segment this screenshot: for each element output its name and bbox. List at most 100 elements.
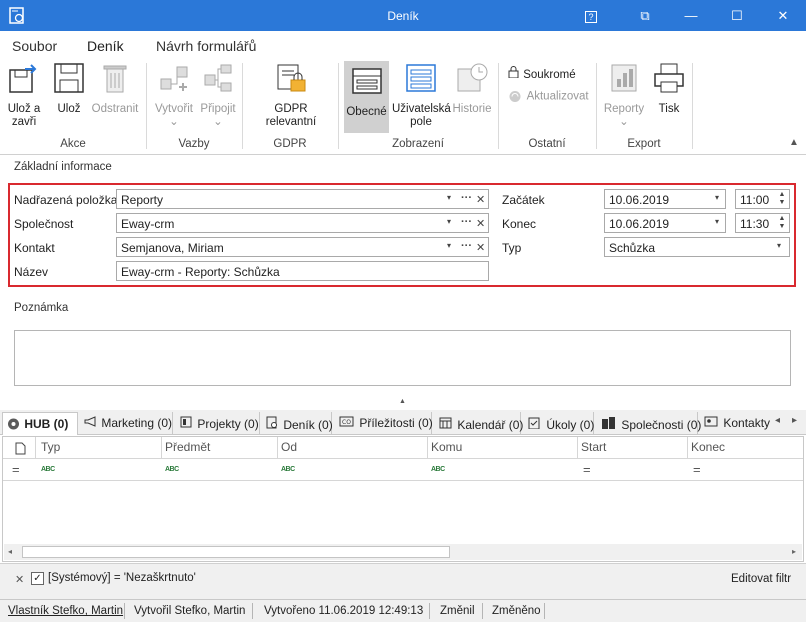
minimize-button[interactable]: — <box>668 0 714 31</box>
maximize-button[interactable]: ☐ <box>714 0 760 31</box>
edit-filter-link[interactable]: Editovat filtr <box>731 573 791 585</box>
start-time-down-icon[interactable]: ▼ <box>777 199 787 207</box>
parent-dropdown-icon[interactable]: ▾ <box>447 193 451 202</box>
filter-text-icon[interactable]: ABC <box>281 466 295 473</box>
tab-calendar[interactable]: Kalendář (0) <box>435 412 524 435</box>
start-date-field[interactable]: 10.06.2019 ▾ <box>604 189 726 209</box>
clear-filter-icon[interactable]: ✕ <box>15 573 24 586</box>
filter-equals-icon[interactable]: = <box>12 462 20 477</box>
tab-file[interactable]: Soubor <box>12 38 57 54</box>
gdpr-relevant-button[interactable]: GDPR relevantní <box>250 61 332 129</box>
splitter-collapse-icon[interactable]: ▲ <box>399 398 406 405</box>
tab-form-design[interactable]: Návrh formulářů <box>156 38 256 54</box>
scrollbar-thumb[interactable] <box>22 546 450 558</box>
contact-more-icon[interactable]: ··· <box>461 240 472 252</box>
gdpr-lock-icon <box>277 64 306 92</box>
ribbon-separator <box>338 63 339 149</box>
tab-hub[interactable]: HUB (0) <box>2 412 78 435</box>
tab-tasks[interactable]: Úkoly (0) <box>524 412 594 435</box>
tab-projects[interactable]: Projekty (0) <box>176 412 260 435</box>
tab-journal[interactable]: Deník <box>87 38 124 59</box>
attach-button[interactable]: Připojit ⌄ <box>198 61 238 129</box>
contact-field[interactable]: Semjanova, Miriam ▾ ··· ✕ <box>116 237 489 257</box>
tabs-scroll-right-icon[interactable]: ▸ <box>792 415 797 426</box>
company-dropdown-icon[interactable]: ▾ <box>447 217 451 226</box>
general-view-button[interactable]: Obecné <box>344 61 389 133</box>
start-time-field[interactable]: 11:00 ▲ ▼ <box>735 189 790 209</box>
projects-icon <box>180 416 194 431</box>
status-separator <box>482 603 483 619</box>
general-label: Obecné <box>346 106 387 118</box>
start-time-up-icon[interactable]: ▲ <box>777 191 787 199</box>
tab-journal-list[interactable]: Deník (0) <box>262 412 333 435</box>
tabs-scroll-left-icon[interactable]: ◂ <box>775 415 780 426</box>
end-date-field[interactable]: 10.06.2019 ▾ <box>604 213 726 233</box>
delete-button[interactable]: Odstranit <box>90 61 140 116</box>
col-type[interactable]: Typ <box>41 440 60 454</box>
note-textarea[interactable] <box>14 330 791 386</box>
owner-link[interactable]: Vlastník Stefko, Martin <box>8 605 123 617</box>
company-clear-icon[interactable]: ✕ <box>476 217 485 230</box>
tab-opportunities[interactable]: CO Příležitosti (0) <box>335 412 433 435</box>
close-button[interactable]: ✕ <box>760 0 806 31</box>
tab-marketing-label: Marketing (0) <box>101 416 173 430</box>
company-more-icon[interactable]: ··· <box>461 216 472 228</box>
ribbon-collapse-icon[interactable]: ▲ <box>789 137 799 148</box>
col-from[interactable]: Od <box>281 440 297 454</box>
col-start[interactable]: Start <box>581 440 606 454</box>
parent-item-field[interactable]: Reporty ▾ ··· ✕ <box>116 189 489 209</box>
parent-clear-icon[interactable]: ✕ <box>476 193 485 206</box>
calendar-icon <box>439 416 454 432</box>
gdpr-relevant-label: GDPR relevantní <box>265 103 317 128</box>
contact-clear-icon[interactable]: ✕ <box>476 241 485 254</box>
print-button[interactable]: Tisk <box>650 61 688 116</box>
history-button[interactable]: Historie <box>452 61 492 116</box>
type-label: Typ <box>502 241 522 255</box>
filter-checkbox[interactable]: ✓ <box>31 572 44 585</box>
restore-layout-button[interactable]: ⧉ <box>622 0 668 31</box>
filter-text-icon[interactable]: ABC <box>431 466 445 473</box>
end-date-value: 10.06.2019 <box>609 217 670 231</box>
help-button[interactable]: ? <box>568 0 614 31</box>
attach-dropdown-icon: ⌄ <box>213 116 223 128</box>
contact-dropdown-icon[interactable]: ▾ <box>447 241 451 250</box>
parent-item-value: Reporty <box>121 193 164 207</box>
filter-equals-icon[interactable]: = <box>583 462 591 477</box>
tab-marketing[interactable]: Marketing (0) <box>80 412 173 435</box>
created-date-text: Vytvořeno 11.06.2019 12:49:13 <box>264 605 424 617</box>
reports-button[interactable]: Reporty ⌄ <box>602 61 646 129</box>
filter-text-icon[interactable]: ABC <box>165 466 179 473</box>
user-fields-button[interactable]: Uživatelská pole <box>392 61 451 129</box>
end-time-field[interactable]: 11:30 ▲ ▼ <box>735 213 790 233</box>
tab-contacts[interactable]: Kontakty <box>700 412 770 435</box>
col-subject[interactable]: Předmět <box>165 440 210 454</box>
col-end[interactable]: Konec <box>691 440 725 454</box>
col-to[interactable]: Komu <box>431 440 462 454</box>
grid-column-separator <box>687 437 688 459</box>
filter-equals-icon[interactable]: = <box>693 462 701 477</box>
type-field[interactable]: Schůzka ▾ <box>604 237 790 257</box>
filter-text-icon[interactable]: ABC <box>41 466 55 473</box>
ribbon-separator <box>692 63 693 149</box>
horizontal-scrollbar[interactable]: ◂ ▸ <box>4 544 802 560</box>
start-date-dropdown-icon[interactable]: ▾ <box>715 193 719 202</box>
parent-more-icon[interactable]: ··· <box>461 192 472 204</box>
refresh-button[interactable]: Aktualizovat <box>508 90 589 103</box>
type-dropdown-icon[interactable]: ▾ <box>777 241 781 250</box>
type-value: Schůzka <box>609 241 656 255</box>
grid-filter-row[interactable] <box>3 460 803 481</box>
megaphone-icon <box>84 416 98 430</box>
tab-calendar-label: Kalendář (0) <box>457 418 524 432</box>
tab-companies[interactable]: Společnosti (0) <box>597 412 701 435</box>
end-time-down-icon[interactable]: ▼ <box>777 223 787 231</box>
name-field[interactable]: Eway-crm - Reporty: Schůzka <box>116 261 489 281</box>
save-button[interactable]: Ulož <box>52 61 86 116</box>
scroll-right-icon[interactable]: ▸ <box>792 547 796 556</box>
company-field[interactable]: Eway-crm ▾ ··· ✕ <box>116 213 489 233</box>
end-date-dropdown-icon[interactable]: ▾ <box>715 217 719 226</box>
end-time-up-icon[interactable]: ▲ <box>777 215 787 223</box>
scroll-left-icon[interactable]: ◂ <box>8 547 12 556</box>
private-toggle[interactable]: Soukromé <box>508 66 576 81</box>
save-close-button[interactable]: Ulož a zavři <box>6 61 42 129</box>
create-button[interactable]: Vytvořit ⌄ <box>152 61 196 129</box>
